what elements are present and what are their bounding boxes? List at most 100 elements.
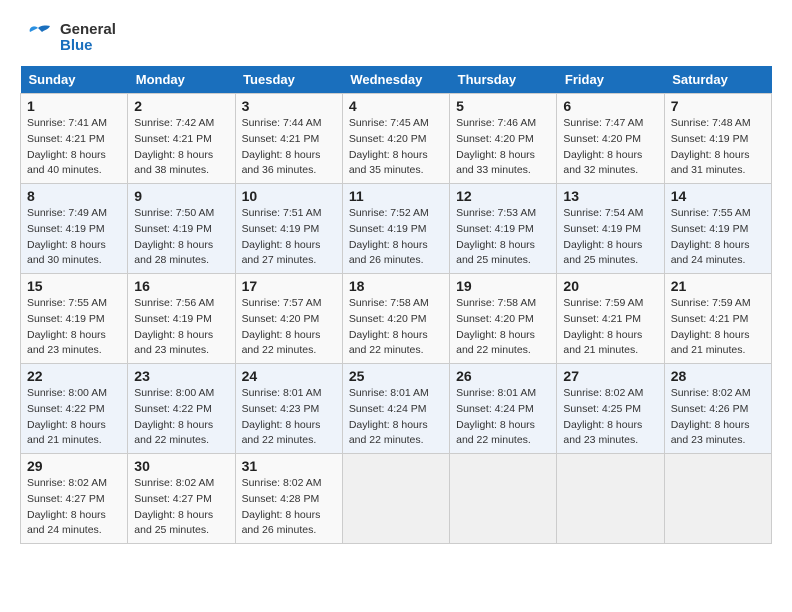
calendar-cell: 7 Sunrise: 7:48 AM Sunset: 4:19 PM Dayli… [664, 94, 771, 184]
day-info: Sunrise: 8:02 AM Sunset: 4:27 PM Dayligh… [134, 476, 228, 539]
day-info: Sunrise: 7:54 AM Sunset: 4:19 PM Dayligh… [563, 206, 657, 269]
column-header-wednesday: Wednesday [342, 66, 449, 94]
column-header-thursday: Thursday [450, 66, 557, 94]
column-header-monday: Monday [128, 66, 235, 94]
column-header-sunday: Sunday [21, 66, 128, 94]
day-info: Sunrise: 7:52 AM Sunset: 4:19 PM Dayligh… [349, 206, 443, 269]
calendar-cell: 14 Sunrise: 7:55 AM Sunset: 4:19 PM Dayl… [664, 184, 771, 274]
day-info: Sunrise: 7:58 AM Sunset: 4:20 PM Dayligh… [349, 296, 443, 359]
day-info: Sunrise: 8:02 AM Sunset: 4:26 PM Dayligh… [671, 386, 765, 449]
day-info: Sunrise: 8:00 AM Sunset: 4:22 PM Dayligh… [27, 386, 121, 449]
column-header-tuesday: Tuesday [235, 66, 342, 94]
day-info: Sunrise: 7:59 AM Sunset: 4:21 PM Dayligh… [671, 296, 765, 359]
calendar-cell: 12 Sunrise: 7:53 AM Sunset: 4:19 PM Dayl… [450, 184, 557, 274]
logo-bird-icon [20, 20, 56, 56]
calendar-cell: 21 Sunrise: 7:59 AM Sunset: 4:21 PM Dayl… [664, 274, 771, 364]
logo: General Blue [20, 20, 116, 56]
day-number: 15 [27, 278, 121, 294]
day-number: 7 [671, 98, 765, 114]
calendar-cell: 3 Sunrise: 7:44 AM Sunset: 4:21 PM Dayli… [235, 94, 342, 184]
day-number: 24 [242, 368, 336, 384]
calendar-cell [342, 454, 449, 544]
calendar-cell: 15 Sunrise: 7:55 AM Sunset: 4:19 PM Dayl… [21, 274, 128, 364]
calendar-table: SundayMondayTuesdayWednesdayThursdayFrid… [20, 66, 772, 544]
calendar-cell: 6 Sunrise: 7:47 AM Sunset: 4:20 PM Dayli… [557, 94, 664, 184]
day-info: Sunrise: 8:02 AM Sunset: 4:25 PM Dayligh… [563, 386, 657, 449]
logo-blue-text: Blue [60, 38, 116, 55]
day-info: Sunrise: 8:01 AM Sunset: 4:24 PM Dayligh… [456, 386, 550, 449]
calendar-cell: 29 Sunrise: 8:02 AM Sunset: 4:27 PM Dayl… [21, 454, 128, 544]
day-number: 8 [27, 188, 121, 204]
week-row-3: 15 Sunrise: 7:55 AM Sunset: 4:19 PM Dayl… [21, 274, 772, 364]
day-info: Sunrise: 7:49 AM Sunset: 4:19 PM Dayligh… [27, 206, 121, 269]
day-number: 29 [27, 458, 121, 474]
week-row-4: 22 Sunrise: 8:00 AM Sunset: 4:22 PM Dayl… [21, 364, 772, 454]
calendar-cell: 24 Sunrise: 8:01 AM Sunset: 4:23 PM Dayl… [235, 364, 342, 454]
calendar-cell: 19 Sunrise: 7:58 AM Sunset: 4:20 PM Dayl… [450, 274, 557, 364]
day-info: Sunrise: 7:55 AM Sunset: 4:19 PM Dayligh… [27, 296, 121, 359]
day-info: Sunrise: 7:50 AM Sunset: 4:19 PM Dayligh… [134, 206, 228, 269]
column-header-friday: Friday [557, 66, 664, 94]
day-number: 27 [563, 368, 657, 384]
calendar-cell: 30 Sunrise: 8:02 AM Sunset: 4:27 PM Dayl… [128, 454, 235, 544]
week-row-2: 8 Sunrise: 7:49 AM Sunset: 4:19 PM Dayli… [21, 184, 772, 274]
day-number: 16 [134, 278, 228, 294]
header: General Blue [20, 20, 772, 56]
day-info: Sunrise: 7:57 AM Sunset: 4:20 PM Dayligh… [242, 296, 336, 359]
day-info: Sunrise: 7:55 AM Sunset: 4:19 PM Dayligh… [671, 206, 765, 269]
day-number: 5 [456, 98, 550, 114]
day-number: 3 [242, 98, 336, 114]
calendar-cell: 22 Sunrise: 8:00 AM Sunset: 4:22 PM Dayl… [21, 364, 128, 454]
day-number: 6 [563, 98, 657, 114]
day-number: 18 [349, 278, 443, 294]
calendar-cell: 20 Sunrise: 7:59 AM Sunset: 4:21 PM Dayl… [557, 274, 664, 364]
calendar-cell: 5 Sunrise: 7:46 AM Sunset: 4:20 PM Dayli… [450, 94, 557, 184]
day-info: Sunrise: 8:01 AM Sunset: 4:24 PM Dayligh… [349, 386, 443, 449]
calendar-cell: 26 Sunrise: 8:01 AM Sunset: 4:24 PM Dayl… [450, 364, 557, 454]
calendar-cell: 1 Sunrise: 7:41 AM Sunset: 4:21 PM Dayli… [21, 94, 128, 184]
day-number: 30 [134, 458, 228, 474]
day-info: Sunrise: 7:53 AM Sunset: 4:19 PM Dayligh… [456, 206, 550, 269]
day-number: 31 [242, 458, 336, 474]
day-number: 13 [563, 188, 657, 204]
day-info: Sunrise: 8:02 AM Sunset: 4:27 PM Dayligh… [27, 476, 121, 539]
day-number: 23 [134, 368, 228, 384]
day-number: 11 [349, 188, 443, 204]
day-number: 25 [349, 368, 443, 384]
day-number: 12 [456, 188, 550, 204]
day-number: 17 [242, 278, 336, 294]
calendar-cell: 4 Sunrise: 7:45 AM Sunset: 4:20 PM Dayli… [342, 94, 449, 184]
day-info: Sunrise: 7:45 AM Sunset: 4:20 PM Dayligh… [349, 116, 443, 179]
day-number: 2 [134, 98, 228, 114]
day-info: Sunrise: 7:44 AM Sunset: 4:21 PM Dayligh… [242, 116, 336, 179]
day-number: 10 [242, 188, 336, 204]
calendar-cell: 27 Sunrise: 8:02 AM Sunset: 4:25 PM Dayl… [557, 364, 664, 454]
week-row-5: 29 Sunrise: 8:02 AM Sunset: 4:27 PM Dayl… [21, 454, 772, 544]
day-number: 21 [671, 278, 765, 294]
logo-general-text: General [60, 22, 116, 39]
calendar-cell [450, 454, 557, 544]
day-info: Sunrise: 7:42 AM Sunset: 4:21 PM Dayligh… [134, 116, 228, 179]
day-info: Sunrise: 7:58 AM Sunset: 4:20 PM Dayligh… [456, 296, 550, 359]
day-number: 28 [671, 368, 765, 384]
day-number: 4 [349, 98, 443, 114]
day-number: 1 [27, 98, 121, 114]
calendar-cell: 18 Sunrise: 7:58 AM Sunset: 4:20 PM Dayl… [342, 274, 449, 364]
day-info: Sunrise: 7:48 AM Sunset: 4:19 PM Dayligh… [671, 116, 765, 179]
calendar-cell: 25 Sunrise: 8:01 AM Sunset: 4:24 PM Dayl… [342, 364, 449, 454]
day-number: 14 [671, 188, 765, 204]
calendar-cell [664, 454, 771, 544]
column-header-saturday: Saturday [664, 66, 771, 94]
day-info: Sunrise: 8:01 AM Sunset: 4:23 PM Dayligh… [242, 386, 336, 449]
day-info: Sunrise: 7:46 AM Sunset: 4:20 PM Dayligh… [456, 116, 550, 179]
day-info: Sunrise: 7:51 AM Sunset: 4:19 PM Dayligh… [242, 206, 336, 269]
week-row-1: 1 Sunrise: 7:41 AM Sunset: 4:21 PM Dayli… [21, 94, 772, 184]
day-number: 19 [456, 278, 550, 294]
day-info: Sunrise: 8:00 AM Sunset: 4:22 PM Dayligh… [134, 386, 228, 449]
day-info: Sunrise: 8:02 AM Sunset: 4:28 PM Dayligh… [242, 476, 336, 539]
day-number: 9 [134, 188, 228, 204]
calendar-cell: 11 Sunrise: 7:52 AM Sunset: 4:19 PM Dayl… [342, 184, 449, 274]
calendar-cell [557, 454, 664, 544]
calendar-cell: 31 Sunrise: 8:02 AM Sunset: 4:28 PM Dayl… [235, 454, 342, 544]
calendar-cell: 13 Sunrise: 7:54 AM Sunset: 4:19 PM Dayl… [557, 184, 664, 274]
